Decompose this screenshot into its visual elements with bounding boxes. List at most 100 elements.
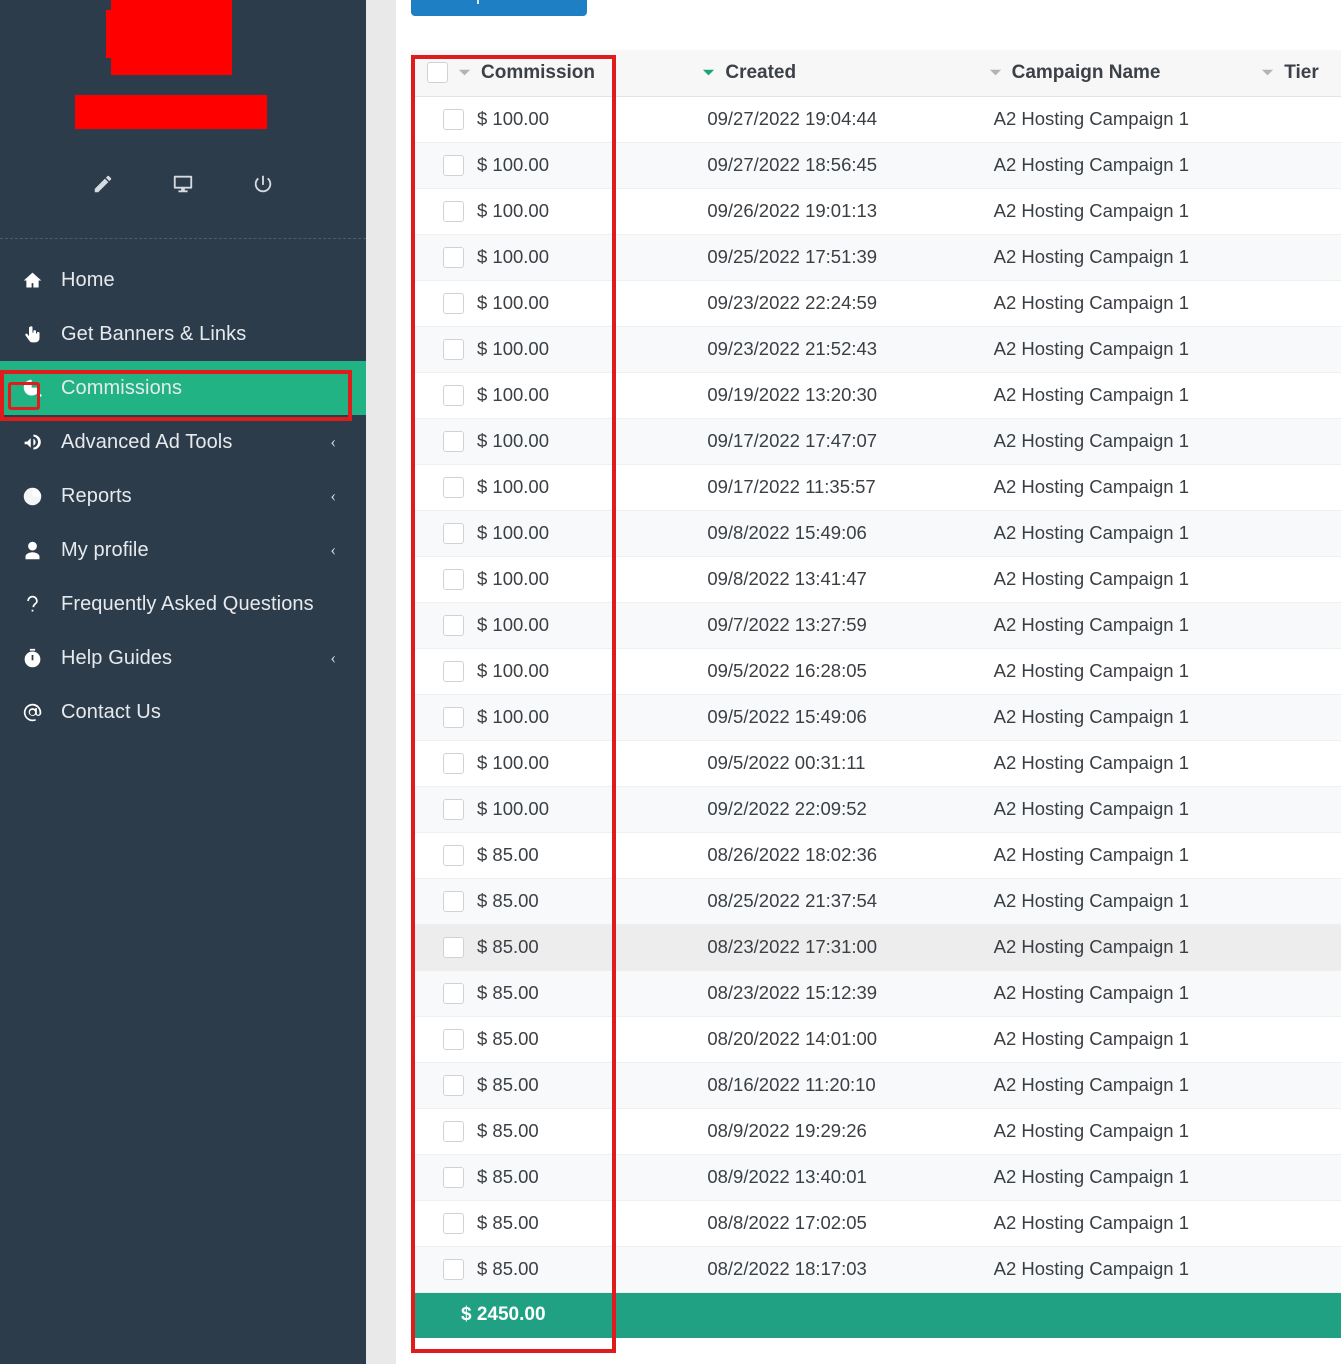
row-checkbox[interactable]: [443, 385, 464, 406]
row-checkbox[interactable]: [443, 247, 464, 268]
sidebar-item-reports[interactable]: Reports ‹: [0, 469, 366, 523]
row-checkbox[interactable]: [443, 477, 464, 498]
chevron-down-icon[interactable]: [1260, 65, 1275, 80]
table-row[interactable]: $ 100.0009/17/2022 17:47:07A2 Hosting Ca…: [411, 418, 1341, 464]
row-checkbox[interactable]: [443, 1213, 464, 1234]
cell-tier: [1260, 372, 1341, 418]
redacted-username: [75, 95, 267, 129]
row-checkbox[interactable]: [443, 523, 464, 544]
created-value: 09/7/2022 13:27:59: [701, 614, 866, 635]
table-row[interactable]: $ 100.0009/8/2022 15:49:06A2 Hosting Cam…: [411, 510, 1341, 556]
screen-icon[interactable]: [169, 170, 197, 198]
column-header-label: Tier: [1284, 62, 1319, 84]
table-row[interactable]: $ 85.0008/9/2022 19:29:26A2 Hosting Camp…: [411, 1108, 1341, 1154]
row-checkbox[interactable]: [443, 155, 464, 176]
edit-profile-icon[interactable]: [89, 170, 117, 198]
table-row[interactable]: $ 100.0009/5/2022 15:49:06A2 Hosting Cam…: [411, 694, 1341, 740]
cell-campaign-name: A2 Hosting Campaign 1: [988, 1154, 1261, 1200]
row-checkbox[interactable]: [443, 1029, 464, 1050]
sidebar-item-get-banners-links[interactable]: Get Banners & Links: [0, 307, 366, 361]
table-row[interactable]: $ 85.0008/23/2022 17:31:00A2 Hosting Cam…: [411, 924, 1341, 970]
table-row[interactable]: $ 85.0008/8/2022 17:02:05A2 Hosting Camp…: [411, 1200, 1341, 1246]
commission-value: $ 100.00: [477, 292, 549, 314]
table-row[interactable]: $ 100.0009/26/2022 19:01:13A2 Hosting Ca…: [411, 188, 1341, 234]
column-header-commission[interactable]: Commission: [411, 50, 701, 96]
row-checkbox[interactable]: [443, 983, 464, 1004]
row-checkbox[interactable]: [443, 293, 464, 314]
commission-value: $ 100.00: [477, 200, 549, 222]
table-row[interactable]: $ 85.0008/9/2022 13:40:01A2 Hosting Camp…: [411, 1154, 1341, 1200]
sidebar-item-faq[interactable]: Frequently Asked Questions: [0, 577, 366, 631]
table-row[interactable]: $ 85.0008/26/2022 18:02:36A2 Hosting Cam…: [411, 832, 1341, 878]
sidebar-item-advanced-ad-tools[interactable]: Advanced Ad Tools ‹: [0, 415, 366, 469]
table-row[interactable]: $ 85.0008/20/2022 14:01:00A2 Hosting Cam…: [411, 1016, 1341, 1062]
sidebar-item-my-profile[interactable]: My profile ‹: [0, 523, 366, 577]
row-checkbox[interactable]: [443, 431, 464, 452]
power-icon[interactable]: [249, 170, 277, 198]
chevron-down-icon[interactable]: [457, 65, 472, 80]
select-all-checkbox[interactable]: [427, 62, 448, 83]
row-checkbox[interactable]: [443, 109, 464, 130]
row-checkbox[interactable]: [443, 661, 464, 682]
chevron-down-icon[interactable]: [701, 65, 716, 80]
table-row[interactable]: $ 85.0008/2/2022 18:17:03A2 Hosting Camp…: [411, 1246, 1341, 1292]
cell-tier: [1260, 924, 1341, 970]
table-row[interactable]: $ 100.0009/23/2022 21:52:43A2 Hosting Ca…: [411, 326, 1341, 372]
row-checkbox[interactable]: [443, 1259, 464, 1280]
export-to-csv-button[interactable]: Export to CSV: [411, 0, 587, 16]
column-header-tier[interactable]: Tier: [1260, 50, 1341, 96]
chevron-left-icon[interactable]: ‹: [330, 540, 336, 560]
cell-campaign-name: A2 Hosting Campaign 1: [988, 280, 1261, 326]
created-value: 09/27/2022 19:04:44: [701, 108, 877, 129]
column-header-created[interactable]: Created: [701, 50, 987, 96]
sidebar-item-help-guides[interactable]: Help Guides ‹: [0, 631, 366, 685]
row-checkbox[interactable]: [443, 707, 464, 728]
row-checkbox[interactable]: [443, 569, 464, 590]
table-row[interactable]: $ 100.0009/27/2022 18:56:45A2 Hosting Ca…: [411, 142, 1341, 188]
chevron-left-icon[interactable]: ‹: [330, 648, 336, 668]
created-value: 08/2/2022 18:17:03: [701, 1258, 866, 1279]
row-checkbox[interactable]: [443, 339, 464, 360]
tier-value: [1260, 384, 1266, 405]
table-row[interactable]: $ 100.0009/17/2022 11:35:57A2 Hosting Ca…: [411, 464, 1341, 510]
table-row[interactable]: $ 100.0009/23/2022 22:24:59A2 Hosting Ca…: [411, 280, 1341, 326]
row-checkbox[interactable]: [443, 799, 464, 820]
row-checkbox[interactable]: [443, 753, 464, 774]
commission-value: $ 85.00: [477, 1258, 539, 1280]
cell-campaign-name: A2 Hosting Campaign 1: [988, 1108, 1261, 1154]
table-row[interactable]: $ 100.0009/5/2022 16:28:05A2 Hosting Cam…: [411, 648, 1341, 694]
commission-value: $ 100.00: [477, 660, 549, 682]
table-row[interactable]: $ 100.0009/25/2022 17:51:39A2 Hosting Ca…: [411, 234, 1341, 280]
row-checkbox[interactable]: [443, 1167, 464, 1188]
table-row[interactable]: $ 100.0009/19/2022 13:20:30A2 Hosting Ca…: [411, 372, 1341, 418]
tier-value: [1260, 1120, 1266, 1141]
sidebar-item-label: My profile: [54, 539, 330, 562]
question-icon: [10, 594, 54, 615]
table-row[interactable]: $ 100.0009/8/2022 13:41:47A2 Hosting Cam…: [411, 556, 1341, 602]
campaign-name-value: A2 Hosting Campaign 1: [988, 108, 1189, 129]
row-checkbox[interactable]: [443, 201, 464, 222]
table-row[interactable]: $ 100.0009/2/2022 22:09:52A2 Hosting Cam…: [411, 786, 1341, 832]
row-checkbox[interactable]: [443, 1075, 464, 1096]
row-checkbox[interactable]: [443, 937, 464, 958]
chevron-left-icon[interactable]: ‹: [330, 486, 336, 506]
sidebar-item-contact-us[interactable]: Contact Us: [0, 685, 366, 739]
table-row[interactable]: $ 100.0009/27/2022 19:04:44A2 Hosting Ca…: [411, 96, 1341, 142]
row-checkbox[interactable]: [443, 891, 464, 912]
row-checkbox[interactable]: [443, 845, 464, 866]
table-row[interactable]: $ 85.0008/16/2022 11:20:10A2 Hosting Cam…: [411, 1062, 1341, 1108]
row-checkbox[interactable]: [443, 1121, 464, 1142]
table-row[interactable]: $ 85.0008/25/2022 21:37:54A2 Hosting Cam…: [411, 878, 1341, 924]
cell-created: 09/5/2022 00:31:11: [701, 740, 987, 786]
chevron-down-icon[interactable]: [988, 65, 1003, 80]
campaign-name-value: A2 Hosting Campaign 1: [988, 752, 1189, 773]
chevron-left-icon[interactable]: ‹: [330, 432, 336, 452]
cell-campaign-name: A2 Hosting Campaign 1: [988, 832, 1261, 878]
column-header-campaign-name[interactable]: Campaign Name: [988, 50, 1261, 96]
sidebar-item-commissions[interactable]: Commissions: [0, 361, 366, 415]
row-checkbox[interactable]: [443, 615, 464, 636]
table-row[interactable]: $ 100.0009/7/2022 13:27:59A2 Hosting Cam…: [411, 602, 1341, 648]
table-row[interactable]: $ 100.0009/5/2022 00:31:11A2 Hosting Cam…: [411, 740, 1341, 786]
sidebar-item-home[interactable]: Home: [0, 253, 366, 307]
table-row[interactable]: $ 85.0008/23/2022 15:12:39A2 Hosting Cam…: [411, 970, 1341, 1016]
